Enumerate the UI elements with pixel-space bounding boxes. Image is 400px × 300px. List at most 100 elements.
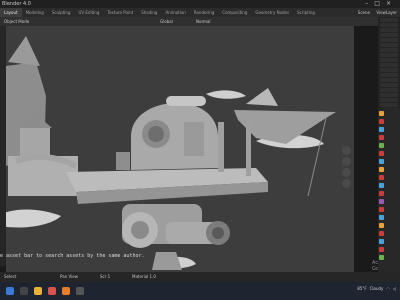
engine-hub xyxy=(131,221,149,239)
tab-scripting[interactable]: Scripting xyxy=(293,8,319,17)
barrel xyxy=(116,152,130,170)
outliner-row[interactable] xyxy=(380,78,398,82)
property-tab-icon[interactable] xyxy=(379,111,384,116)
tab-geometry-nodes[interactable]: Geometry Nodes xyxy=(251,8,293,17)
grid-icon[interactable] xyxy=(342,179,351,188)
property-tab-icon[interactable] xyxy=(379,255,384,260)
property-tab-icon[interactable] xyxy=(379,119,384,124)
property-tab-icon[interactable] xyxy=(379,127,384,132)
app-title: Blender 4.0 xyxy=(2,1,31,7)
outliner-row[interactable] xyxy=(380,103,398,107)
viewport-header: Object Mode Global Normal xyxy=(0,17,378,26)
engine-fin xyxy=(152,252,182,270)
asset-hint-text: e asset bar to search assets by the same… xyxy=(0,253,145,259)
property-tab-icon[interactable] xyxy=(379,143,384,148)
cabin-door xyxy=(184,122,204,156)
outliner-row[interactable] xyxy=(380,63,398,67)
property-tab-icon[interactable] xyxy=(379,167,384,172)
close-icon[interactable]: × xyxy=(386,0,397,7)
property-tab-icon[interactable] xyxy=(379,223,384,228)
outliner-row[interactable] xyxy=(380,53,398,57)
windows-start-icon[interactable] xyxy=(6,287,14,295)
mode-dropdown[interactable]: Object Mode xyxy=(4,17,29,26)
tab-shading[interactable]: Shading xyxy=(137,8,161,17)
outliner-row[interactable] xyxy=(380,68,398,72)
property-tab-icon[interactable] xyxy=(379,135,384,140)
properties-tabs[interactable] xyxy=(378,108,400,272)
property-tab-icon[interactable] xyxy=(379,151,384,156)
temperature: 85°F xyxy=(357,286,367,291)
window-controls[interactable]: –□× xyxy=(365,0,397,8)
turbine-core xyxy=(212,227,224,239)
minimize-icon[interactable]: – xyxy=(365,0,374,7)
tab-texture-paint[interactable]: Texture Paint xyxy=(103,8,137,17)
outliner-row[interactable] xyxy=(380,38,398,42)
outliner-row[interactable] xyxy=(380,28,398,32)
search-icon[interactable] xyxy=(20,287,28,295)
porthole-inner xyxy=(148,126,164,142)
pole xyxy=(218,122,224,172)
status-bar: Select Scr 1 Material 1.0 Pan View xyxy=(0,272,400,282)
weather-status: Cloudy xyxy=(369,286,384,291)
tab-layout[interactable]: Layout xyxy=(0,8,22,17)
status-item: Material 1.0 xyxy=(132,274,156,279)
camera-icon[interactable] xyxy=(342,168,351,177)
view-layer-selector[interactable]: ViewLayer xyxy=(376,8,397,17)
property-tab-icon[interactable] xyxy=(379,239,384,244)
cloud-shape xyxy=(1,209,61,228)
tab-uv-editing[interactable]: UV Editing xyxy=(75,8,104,17)
property-tab-icon[interactable] xyxy=(379,215,384,220)
app-icon[interactable] xyxy=(76,287,84,295)
hand-icon[interactable] xyxy=(342,157,351,166)
property-tab-icon[interactable] xyxy=(379,199,384,204)
property-tab-icon[interactable] xyxy=(379,247,384,252)
maximize-icon[interactable]: □ xyxy=(374,0,386,7)
shading-dropdown[interactable]: Normal xyxy=(196,17,210,26)
windmill xyxy=(246,88,278,106)
status-select-type: Pan View xyxy=(60,274,78,279)
wifi-icon[interactable]: ◠ xyxy=(386,286,390,291)
workspace-tabs: Layout Modeling Sculpting UV Editing Tex… xyxy=(0,8,400,17)
cloud-shape xyxy=(206,90,246,99)
outliner-row[interactable] xyxy=(380,88,398,92)
tab-compositing[interactable]: Compositing xyxy=(218,8,251,17)
title-bar: Blender 4.0 –□× xyxy=(0,0,400,8)
outliner-row[interactable] xyxy=(380,73,398,77)
status-item: Scr 1 xyxy=(100,274,111,279)
chrome-icon[interactable] xyxy=(48,287,56,295)
model-render xyxy=(1,36,336,270)
zoom-icon[interactable] xyxy=(342,146,351,155)
outliner-panel[interactable] xyxy=(378,17,400,108)
tab-modeling[interactable]: Modeling xyxy=(22,8,48,17)
blender-icon[interactable] xyxy=(62,287,70,295)
property-tab-icon[interactable] xyxy=(379,231,384,236)
tab-rendering[interactable]: Rendering xyxy=(190,8,218,17)
explorer-icon[interactable] xyxy=(34,287,42,295)
pole xyxy=(246,122,251,176)
status-select: Select xyxy=(4,274,17,279)
outliner-row[interactable] xyxy=(380,48,398,52)
outliner-row[interactable] xyxy=(380,83,398,87)
orientation-dropdown[interactable]: Global xyxy=(160,17,173,26)
outliner-row[interactable] xyxy=(380,23,398,27)
outliner-row[interactable] xyxy=(380,58,398,62)
rope xyxy=(307,117,327,197)
windows-taskbar: 85°F Cloudy ◠ ◁ xyxy=(0,282,400,300)
outliner-row[interactable] xyxy=(380,33,398,37)
property-tab-icon[interactable] xyxy=(379,191,384,196)
property-tab-icon[interactable] xyxy=(379,183,384,188)
navigation-gizmo[interactable] xyxy=(342,144,354,244)
outliner-row[interactable] xyxy=(380,93,398,97)
outliner-row[interactable] xyxy=(380,18,398,22)
3d-viewport[interactable] xyxy=(1,26,354,272)
volume-icon[interactable]: ◁ xyxy=(393,286,396,291)
property-tab-icon[interactable] xyxy=(379,159,384,164)
tab-sculpting[interactable]: Sculpting xyxy=(48,8,75,17)
scene-selector[interactable]: Scene xyxy=(358,8,370,17)
property-tab-icon[interactable] xyxy=(379,175,384,180)
property-tab-icon[interactable] xyxy=(379,207,384,212)
house-roof xyxy=(8,36,40,66)
tab-animation[interactable]: Animation xyxy=(161,8,189,17)
outliner-row[interactable] xyxy=(380,98,398,102)
outliner-row[interactable] xyxy=(380,43,398,47)
